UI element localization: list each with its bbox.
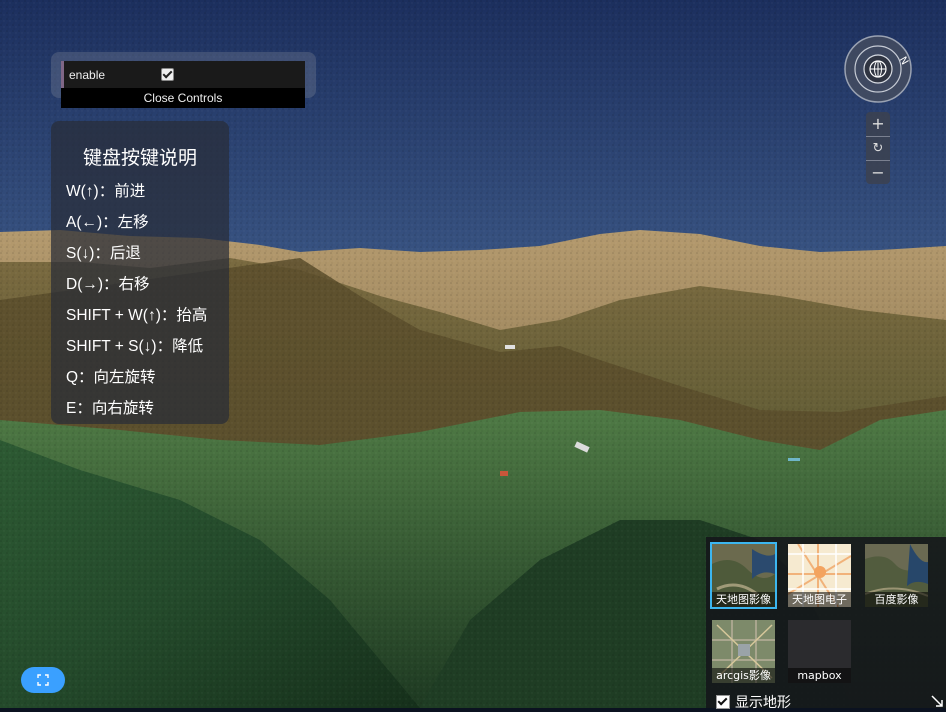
gui-panel: enable Close Controls <box>61 61 305 108</box>
close-controls-button[interactable]: Close Controls <box>61 88 305 108</box>
basemap-label: arcgis影像 <box>712 668 775 683</box>
help-item: S(↓)：后退 <box>66 245 141 262</box>
help-list: W(↑)：前进 A(←)：左移 S(↓)：后退 D(→)：右移 SHIFT + … <box>51 176 229 424</box>
help-title: 键盘按键说明 <box>82 148 197 169</box>
basemap-tianditu-vector[interactable]: 天地图电子 <box>788 544 851 607</box>
zoom-out-button[interactable]: − <box>866 160 890 184</box>
fullscreen-button[interactable] <box>21 667 65 693</box>
terrain-toggle[interactable]: 显示地形 <box>716 692 791 712</box>
zoom-controls: + ↻ − <box>866 112 890 184</box>
globe-icon[interactable] <box>869 60 887 78</box>
help-item: SHIFT + W(↑)：抬高 <box>66 307 208 324</box>
help-item: SHIFT + S(↓)：降低 <box>66 338 204 355</box>
basemap-tianditu-imagery[interactable]: 天地图影像 <box>710 542 777 609</box>
basemap-label: 百度影像 <box>865 592 928 607</box>
fullscreen-icon <box>37 674 49 686</box>
help-item: A(←)：左移 <box>66 214 149 231</box>
terrain-label: 显示地形 <box>735 695 791 711</box>
terrain-checkbox[interactable] <box>716 695 730 709</box>
help-item: Q：向左旋转 <box>66 369 156 386</box>
resize-arrow-icon[interactable] <box>930 694 944 708</box>
reset-view-button[interactable]: ↻ <box>866 136 890 160</box>
navigation-compass[interactable]: N <box>843 34 913 104</box>
basemap-baidu-imagery[interactable]: 百度影像 <box>865 544 928 607</box>
enable-label: enable <box>69 67 106 82</box>
basemap-arcgis-imagery[interactable]: arcgis影像 <box>712 620 775 683</box>
basemap-picker: 天地图影像 天地图电子 百度影像 arcgis影像 mapbox <box>706 537 946 708</box>
help-item: E：向右旋转 <box>66 400 154 417</box>
basemap-mapbox[interactable]: mapbox <box>788 620 851 683</box>
zoom-in-button[interactable]: + <box>866 112 890 136</box>
keyboard-help-panel: 键盘按键说明 W(↑)：前进 A(←)：左移 S(↓)：后退 D(→)：右移 S… <box>51 121 229 424</box>
help-item: W(↑)：前进 <box>66 183 146 200</box>
enable-row[interactable]: enable <box>61 61 305 88</box>
enable-checkbox[interactable] <box>161 68 174 81</box>
basemap-label: 天地图影像 <box>712 592 775 607</box>
basemap-label: 天地图电子 <box>788 592 851 607</box>
help-item: D(→)：右移 <box>66 276 150 293</box>
basemap-label: mapbox <box>788 668 851 683</box>
